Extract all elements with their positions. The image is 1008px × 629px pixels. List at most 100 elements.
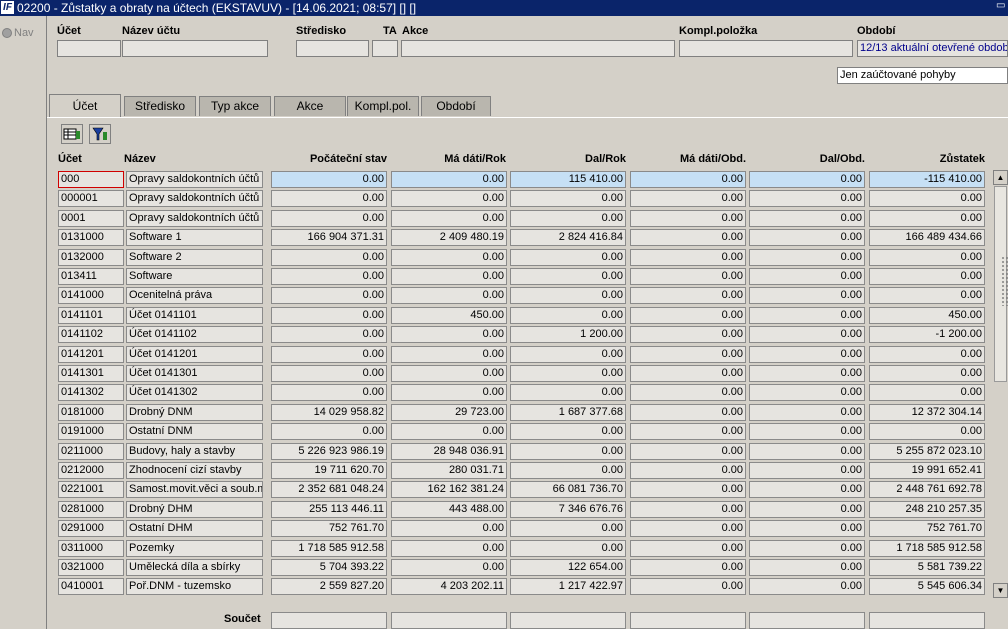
pocatecni-stav-cell[interactable]: 0.00 — [271, 268, 387, 285]
nazev-cell[interactable]: Umělecká díla a sbírky — [126, 559, 263, 576]
pohyby-select[interactable]: Jen zaúčtované pohyby — [837, 67, 1008, 84]
nazev-cell[interactable]: Zhodnocení cizí stavby — [126, 462, 263, 479]
pocatecni-stav-cell[interactable]: 2 559 827.20 — [271, 578, 387, 596]
ma-dati-obd-cell[interactable]: 0.00 — [630, 559, 746, 576]
ma-dati-rok-cell[interactable]: 2 409 480.19 — [391, 229, 507, 247]
dal-rok-cell[interactable]: 66 081 736.70 — [510, 481, 626, 499]
pocatecni-stav-cell[interactable]: 14 029 958.82 — [271, 403, 387, 421]
dal-obd-cell[interactable]: 0.00 — [749, 287, 865, 305]
dal-rok-cell[interactable]: 0.00 — [510, 306, 626, 324]
ucet-cell[interactable]: 0132000 — [58, 248, 124, 266]
ma-dati-obd-cell[interactable]: 0.00 — [630, 171, 746, 188]
dal-rok-cell[interactable]: 0.00 — [510, 365, 626, 382]
dal-rok-cell[interactable]: 0.00 — [510, 248, 626, 266]
zustatek-cell[interactable]: 166 489 434.66 — [869, 229, 985, 247]
ma-dati-obd-cell[interactable]: 0.00 — [630, 326, 746, 344]
ma-dati-obd-cell[interactable]: 0.00 — [630, 462, 746, 479]
ucet-cell[interactable]: 0141301 — [58, 365, 124, 382]
nazev-cell[interactable]: Opravy saldokontních účtů — [126, 209, 263, 227]
dal-rok-cell[interactable]: 0.00 — [510, 190, 626, 208]
resize-grip-icon[interactable] — [1001, 256, 1008, 306]
ucet-cell[interactable]: 0281000 — [58, 500, 124, 518]
ma-dati-rok-cell[interactable]: 0.00 — [391, 248, 507, 266]
zustatek-cell[interactable]: 450.00 — [869, 306, 985, 324]
zustatek-cell[interactable]: 5 581 739.22 — [869, 559, 985, 576]
pocatecni-stav-cell[interactable]: 0.00 — [271, 423, 387, 441]
ma-dati-obd-cell[interactable]: 0.00 — [630, 209, 746, 227]
dal-obd-cell[interactable]: 0.00 — [749, 481, 865, 499]
ma-dati-obd-cell[interactable]: 0.00 — [630, 268, 746, 285]
nazev-cell[interactable]: Poř.DNM - tuzemsko — [126, 578, 263, 596]
zustatek-cell[interactable]: 0.00 — [869, 190, 985, 208]
pocatecni-stav-cell[interactable]: 0.00 — [271, 171, 387, 188]
dal-obd-cell[interactable]: 0.00 — [749, 209, 865, 227]
obdobi-field[interactable]: 12/13 aktuální otevřené období — [857, 40, 1008, 57]
pocatecni-stav-cell[interactable]: 2 352 681 048.24 — [271, 481, 387, 499]
ucet-cell[interactable]: 0141101 — [58, 306, 124, 324]
nav-toggle[interactable]: Nav — [2, 27, 34, 39]
ucet-cell[interactable]: 0001 — [58, 209, 124, 227]
zustatek-cell[interactable]: 0.00 — [869, 423, 985, 441]
pocatecni-stav-cell[interactable]: 752 761.70 — [271, 520, 387, 538]
dal-obd-cell[interactable]: 0.00 — [749, 326, 865, 344]
tab-kompl-pol[interactable]: Kompl.pol. — [347, 96, 419, 116]
dal-rok-cell[interactable]: 1 687 377.68 — [510, 403, 626, 421]
stredisko-field[interactable] — [296, 40, 369, 57]
pocatecni-stav-cell[interactable]: 5 704 393.22 — [271, 559, 387, 576]
nazev-cell[interactable]: Opravy saldokontních účtů — [126, 171, 263, 188]
dal-obd-cell[interactable]: 0.00 — [749, 462, 865, 479]
zustatek-cell[interactable]: 752 761.70 — [869, 520, 985, 538]
pocatecni-stav-cell[interactable]: 19 711 620.70 — [271, 462, 387, 479]
nazev-uctu-field[interactable] — [122, 40, 268, 57]
grid-select-button[interactable] — [61, 124, 83, 144]
ucet-cell[interactable]: 0321000 — [58, 559, 124, 576]
ma-dati-rok-cell[interactable]: 0.00 — [391, 559, 507, 576]
ma-dati-rok-cell[interactable]: 0.00 — [391, 209, 507, 227]
nazev-cell[interactable]: Drobný DHM — [126, 500, 263, 518]
pocatecni-stav-cell[interactable]: 0.00 — [271, 306, 387, 324]
dal-obd-cell[interactable]: 0.00 — [749, 539, 865, 557]
ucet-cell[interactable]: 0410001 — [58, 578, 124, 596]
tab-stredisko[interactable]: Středisko — [124, 96, 196, 116]
dal-obd-cell[interactable]: 0.00 — [749, 578, 865, 596]
ma-dati-rok-cell[interactable]: 0.00 — [391, 539, 507, 557]
ma-dati-rok-cell[interactable]: 0.00 — [391, 287, 507, 305]
dal-obd-cell[interactable]: 0.00 — [749, 229, 865, 247]
ucet-cell[interactable]: 0141302 — [58, 384, 124, 402]
ma-dati-obd-cell[interactable]: 0.00 — [630, 578, 746, 596]
dal-obd-cell[interactable]: 0.00 — [749, 268, 865, 285]
nazev-cell[interactable]: Ostatní DHM — [126, 520, 263, 538]
ucet-cell[interactable]: 0141000 — [58, 287, 124, 305]
pocatecni-stav-cell[interactable]: 0.00 — [271, 365, 387, 382]
pocatecni-stav-cell[interactable]: 1 718 585 912.58 — [271, 539, 387, 557]
ucet-cell[interactable]: 000001 — [58, 190, 124, 208]
ma-dati-rok-cell[interactable]: 29 723.00 — [391, 403, 507, 421]
zustatek-cell[interactable]: 19 991 652.41 — [869, 462, 985, 479]
dal-rok-cell[interactable]: 1 200.00 — [510, 326, 626, 344]
dal-obd-cell[interactable]: 0.00 — [749, 403, 865, 421]
ma-dati-obd-cell[interactable]: 0.00 — [630, 384, 746, 402]
pocatecni-stav-cell[interactable]: 0.00 — [271, 384, 387, 402]
ma-dati-rok-cell[interactable]: 0.00 — [391, 190, 507, 208]
ma-dati-rok-cell[interactable]: 0.00 — [391, 423, 507, 441]
dal-obd-cell[interactable]: 0.00 — [749, 423, 865, 441]
dal-obd-cell[interactable]: 0.00 — [749, 384, 865, 402]
scroll-down-icon[interactable]: ▼ — [993, 583, 1008, 598]
ma-dati-rok-cell[interactable]: 0.00 — [391, 365, 507, 382]
zustatek-cell[interactable]: 0.00 — [869, 268, 985, 285]
pocatecni-stav-cell[interactable]: 255 113 446.11 — [271, 500, 387, 518]
nazev-cell[interactable]: Opravy saldokontních účtů ( — [126, 190, 263, 208]
ma-dati-rok-cell[interactable]: 450.00 — [391, 306, 507, 324]
nazev-cell[interactable]: Software — [126, 268, 263, 285]
dal-obd-cell[interactable]: 0.00 — [749, 248, 865, 266]
ucet-cell[interactable]: 0131000 — [58, 229, 124, 247]
dal-rok-cell[interactable]: 0.00 — [510, 287, 626, 305]
ma-dati-rok-cell[interactable]: 0.00 — [391, 345, 507, 363]
dal-obd-cell[interactable]: 0.00 — [749, 520, 865, 538]
ma-dati-obd-cell[interactable]: 0.00 — [630, 481, 746, 499]
dal-obd-cell[interactable]: 0.00 — [749, 171, 865, 188]
akce-field[interactable] — [401, 40, 675, 57]
pocatecni-stav-cell[interactable]: 166 904 371.31 — [271, 229, 387, 247]
pocatecni-stav-cell[interactable]: 5 226 923 986.19 — [271, 442, 387, 460]
pocatecni-stav-cell[interactable]: 0.00 — [271, 345, 387, 363]
